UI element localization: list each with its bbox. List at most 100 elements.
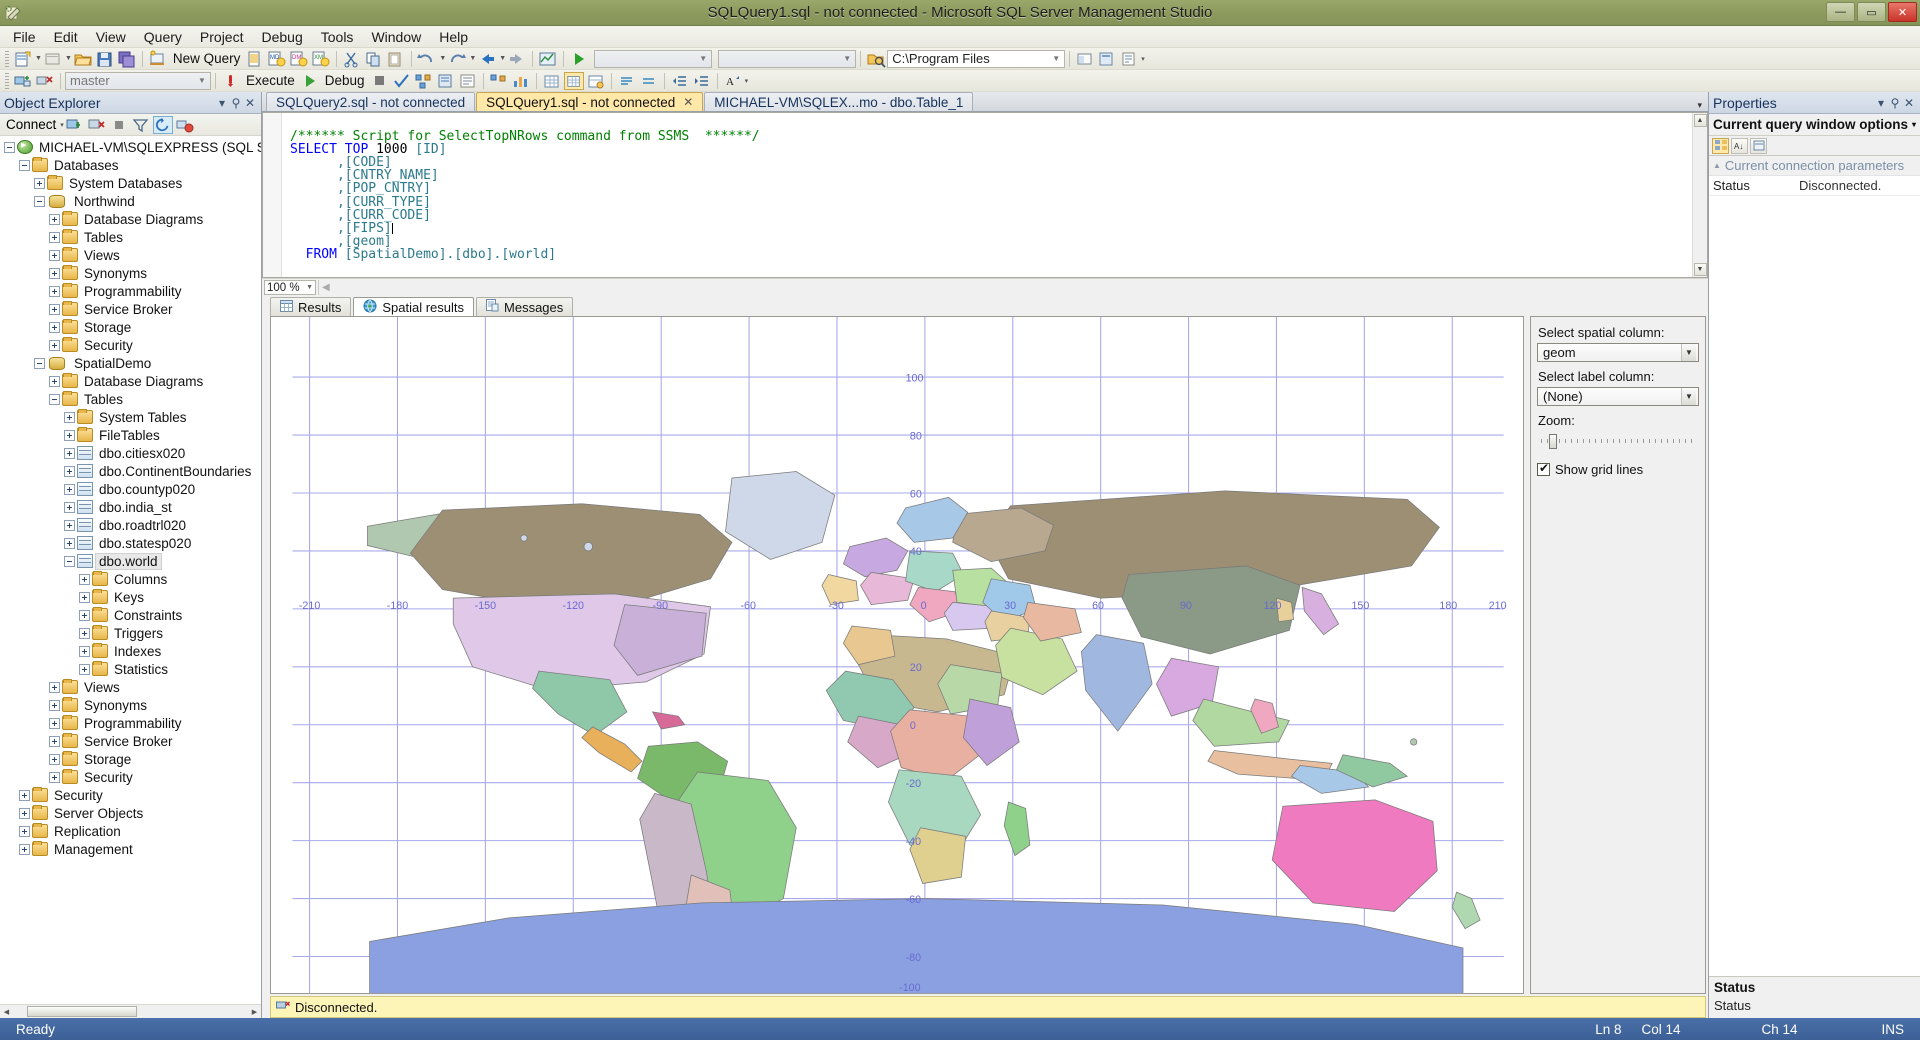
save-all-icon[interactable] [117,50,137,68]
connect-dropdown-icon[interactable]: ▾ [60,121,64,129]
undo-icon[interactable] [417,50,437,68]
toolbar-combo-1[interactable]: ▼ [594,50,712,68]
tree-node[interactable]: FileTables [0,426,261,444]
tab-sqlquery2[interactable]: SQLQuery2.sql - not connected [266,92,475,111]
parse-icon[interactable] [392,72,412,90]
sql-code-text[interactable]: /****** Script for SelectTopNRows comman… [282,113,1692,277]
expand-icon[interactable] [19,790,30,801]
toolbar-overflow-icon[interactable]: ▾ [1141,55,1145,63]
expand-icon[interactable] [64,430,75,441]
disconnect-icon[interactable] [35,72,55,90]
new-query-button[interactable]: New Query [169,51,245,66]
expand-icon[interactable] [49,268,60,279]
menu-debug[interactable]: Debug [252,27,311,47]
chevron-down-icon[interactable]: ▲ [1713,161,1721,170]
tree-node[interactable]: Northwind [0,192,261,210]
tree-node[interactable]: Keys [0,588,261,606]
template-explorer-icon[interactable] [1097,50,1117,68]
tree-node[interactable]: Triggers [0,624,261,642]
execute-icon[interactable] [221,72,241,90]
comment-lines-icon[interactable] [617,72,637,90]
display-estimated-plan-icon[interactable] [414,72,434,90]
tree-node[interactable]: dbo.world [0,552,261,570]
expand-icon[interactable] [64,466,75,477]
expand-icon[interactable] [79,646,90,657]
tree-node[interactable]: SpatialDemo [0,354,261,372]
zoom-slider-thumb[interactable] [1549,434,1557,449]
close-button[interactable]: ✕ [1888,2,1917,22]
tree-node[interactable]: dbo.roadtrl020 [0,516,261,534]
expand-icon[interactable] [64,502,75,513]
expand-icon[interactable] [49,376,60,387]
path-combo[interactable]: C:\Program Files ▼ [887,50,1065,68]
browse-folder-icon[interactable] [866,50,886,68]
tree-node[interactable]: Security [0,786,261,804]
chevron-down-icon[interactable]: ▾ [215,96,229,110]
scroll-left-icon[interactable]: ◀ [0,1008,13,1016]
tree-node[interactable]: Service Broker [0,732,261,750]
tree-node[interactable]: Views [0,678,261,696]
new-query-icon[interactable] [148,50,168,68]
tree-node[interactable]: Service Broker [0,300,261,318]
tree-node[interactable]: Storage [0,318,261,336]
debug-icon[interactable] [300,72,320,90]
collapse-icon[interactable] [4,142,15,153]
expand-icon[interactable] [34,178,45,189]
tree-node[interactable]: Programmability [0,282,261,300]
scroll-up-icon[interactable]: ▲ [1694,114,1707,127]
chevron-down-icon[interactable]: ▾ [1874,96,1888,110]
new-analysis-services-mdx-query-icon[interactable]: MD [267,50,287,68]
chevron-down-icon[interactable]: ▼ [1681,388,1696,405]
tab-spatial-results[interactable]: Spatial results [353,297,474,316]
toolbar-grip[interactable] [5,51,9,67]
new-analysis-services-dmx-query-icon[interactable]: DM [289,50,309,68]
expand-icon[interactable] [64,484,75,495]
tab-results[interactable]: Results [270,297,351,316]
debug-button[interactable]: Debug [321,73,369,88]
expand-icon[interactable] [49,754,60,765]
expand-icon[interactable] [49,736,60,747]
collapse-icon[interactable] [49,394,60,405]
collapse-icon[interactable] [34,358,45,369]
toolbar-overflow-icon[interactable]: ▾ [745,77,749,85]
redo-icon[interactable] [447,50,467,68]
tree-node[interactable]: Statistics [0,660,261,678]
categorized-view-button[interactable] [1712,138,1729,154]
spatial-map-panel[interactable]: -210 -180 -150 -120 -90 -60 -30 0 30 60 … [270,316,1524,994]
spatial-column-select[interactable]: geom ▼ [1537,343,1699,362]
chevron-down-icon[interactable]: ▼ [1050,54,1062,63]
chevron-down-icon[interactable]: ▼ [1681,344,1696,361]
alphabetical-view-button[interactable]: A↓ [1731,138,1748,154]
tree-node[interactable]: Server Objects [0,804,261,822]
show-grid-lines-checkbox[interactable] [1537,463,1550,476]
object-explorer-hscrollbar[interactable]: ◀ ▶ [0,1004,261,1018]
refresh-icon[interactable] [153,116,173,134]
expand-icon[interactable] [79,574,90,585]
toolbar-combo-2[interactable]: ▼ [718,50,856,68]
menu-edit[interactable]: Edit [45,27,87,47]
maximize-button[interactable]: ▭ [1857,2,1886,22]
increase-indent-icon[interactable] [692,72,712,90]
expand-icon[interactable] [49,250,60,261]
new-project-dropdown-icon[interactable]: ▼ [35,55,42,62]
label-column-select[interactable]: (None) ▼ [1537,387,1699,406]
expand-icon[interactable] [79,664,90,675]
copy-icon[interactable] [364,50,384,68]
menu-help[interactable]: Help [430,27,477,47]
open-file-icon[interactable] [73,50,93,68]
tab-sqlquery1[interactable]: SQLQuery1.sql - not connected ✕ [476,92,703,111]
synchronize-icon[interactable] [175,116,195,134]
show-diagram-pane-icon[interactable] [538,50,558,68]
expand-icon[interactable] [49,718,60,729]
collapse-icon[interactable] [34,196,45,207]
query-options-icon[interactable] [436,72,456,90]
tree-node[interactable]: Constraints [0,606,261,624]
menu-query[interactable]: Query [135,27,191,47]
toolbar-grip[interactable] [5,73,9,89]
stop-icon[interactable] [109,116,129,134]
expand-icon[interactable] [79,592,90,603]
expand-icon[interactable] [49,682,60,693]
uncomment-lines-icon[interactable] [639,72,659,90]
tree-node[interactable]: Security [0,336,261,354]
menu-file[interactable]: File [4,27,45,47]
